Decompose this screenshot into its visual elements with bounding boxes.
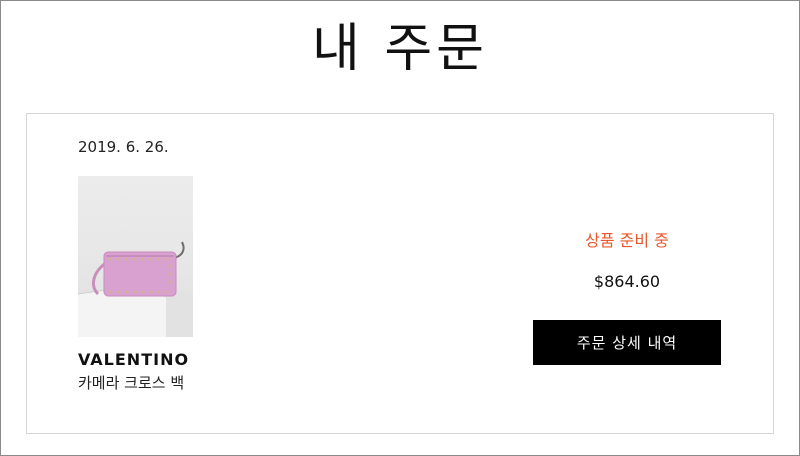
- page-title: 내 주문: [311, 19, 489, 79]
- order-status: 상품 준비 중: [585, 231, 669, 250]
- product-brand[interactable]: VALENTINO: [78, 350, 189, 369]
- product-name[interactable]: 카메라 크로스 백: [78, 374, 198, 392]
- order-detail-button[interactable]: 주문 상세 내역: [533, 320, 721, 365]
- camera-bag-icon: [78, 241, 193, 337]
- order-price: $864.60: [593, 272, 661, 291]
- order-date: 2019. 6. 26.: [78, 138, 169, 156]
- product-image[interactable]: [78, 176, 193, 337]
- order-card: 2019. 6. 26. VALENTINO 카메라 크로스 백 상품 준비 중…: [26, 113, 774, 434]
